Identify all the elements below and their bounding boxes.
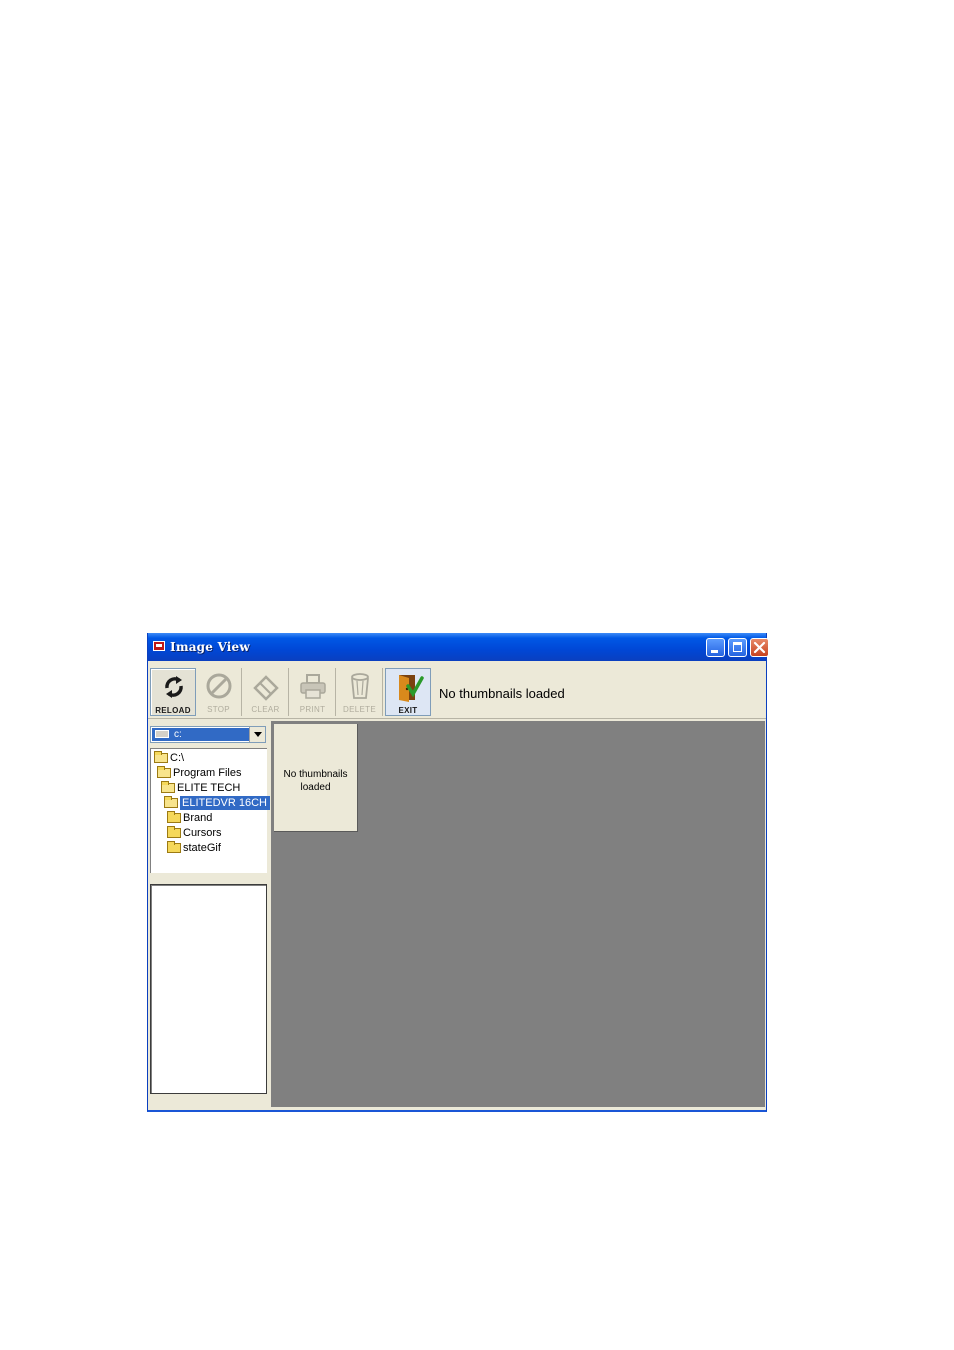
open-folder-icon	[157, 766, 171, 778]
app-logo-icon[interactable]	[153, 641, 165, 651]
drive-select-value: c:	[152, 728, 249, 741]
reload-icon	[165, 676, 183, 698]
title-bar[interactable]: Image View	[148, 633, 769, 661]
stop-label: STOP	[207, 705, 230, 714]
tree-item-elitedvr-16ch[interactable]: ELITEDVR 16CH	[164, 796, 270, 810]
tree-item-elite-tech[interactable]: ELITE TECH	[161, 781, 240, 795]
exit-button[interactable]: EXIT	[385, 668, 431, 716]
left-pane: c: C:\ Program Files ELITE TECH ELITEDVR…	[148, 721, 270, 1107]
stop-icon	[206, 673, 232, 699]
thumbnail-area[interactable]: No thumbnails loaded	[271, 721, 765, 1107]
hard-drive-icon	[155, 730, 169, 738]
open-folder-icon	[164, 796, 178, 808]
eraser-icon	[253, 675, 279, 701]
drive-select[interactable]: c:	[150, 726, 266, 743]
maximize-icon	[733, 642, 742, 652]
tree-item-stategif[interactable]: stateGif	[167, 841, 221, 855]
minimize-icon	[711, 650, 718, 653]
folder-icon	[167, 811, 181, 823]
tree-item-c-drive[interactable]: C:\	[154, 751, 184, 765]
maximize-button[interactable]	[728, 638, 747, 657]
close-icon	[753, 641, 766, 654]
window-title: Image View	[170, 640, 250, 654]
printer-icon	[300, 674, 326, 699]
trash-icon	[351, 673, 369, 699]
toolbar: RELOAD STOP CLEAR PRINT DELETE EXIT No t…	[148, 665, 766, 719]
print-button[interactable]: PRINT	[290, 668, 336, 716]
exit-label: EXIT	[398, 706, 418, 715]
tree-item-cursors[interactable]: Cursors	[167, 826, 222, 840]
status-message: No thumbnails loaded	[439, 686, 565, 701]
stop-button[interactable]: STOP	[196, 668, 242, 716]
close-button[interactable]	[750, 638, 769, 657]
reload-label: RELOAD	[155, 706, 191, 715]
minimize-button[interactable]	[706, 638, 725, 657]
folder-tree[interactable]: C:\ Program Files ELITE TECH ELITEDVR 16…	[150, 748, 270, 873]
file-list[interactable]	[150, 884, 267, 1094]
print-label: PRINT	[299, 705, 326, 714]
image-view-window: Image View RELOAD STOP CLEAR PRINT DELET…	[147, 633, 769, 1112]
delete-button[interactable]: DELETE	[337, 668, 383, 716]
pane-splitter[interactable]	[148, 877, 269, 881]
thumbnail-placeholder-text: No thumbnails loaded	[283, 769, 348, 793]
folder-icon	[167, 826, 181, 838]
drive-select-label: c:	[174, 729, 182, 740]
delete-label: DELETE	[343, 705, 376, 714]
reload-button[interactable]: RELOAD	[150, 668, 196, 716]
chevron-down-icon[interactable]	[249, 727, 265, 742]
tree-item-brand[interactable]: Brand	[167, 811, 212, 825]
folder-icon	[167, 841, 181, 853]
open-folder-icon	[161, 781, 175, 793]
open-folder-icon	[154, 751, 168, 763]
exit-door-icon	[399, 675, 424, 702]
clear-label: CLEAR	[251, 705, 280, 714]
tree-item-program-files[interactable]: Program Files	[157, 766, 241, 780]
thumbnail-placeholder: No thumbnails loaded	[274, 724, 358, 832]
clear-button[interactable]: CLEAR	[243, 668, 289, 716]
